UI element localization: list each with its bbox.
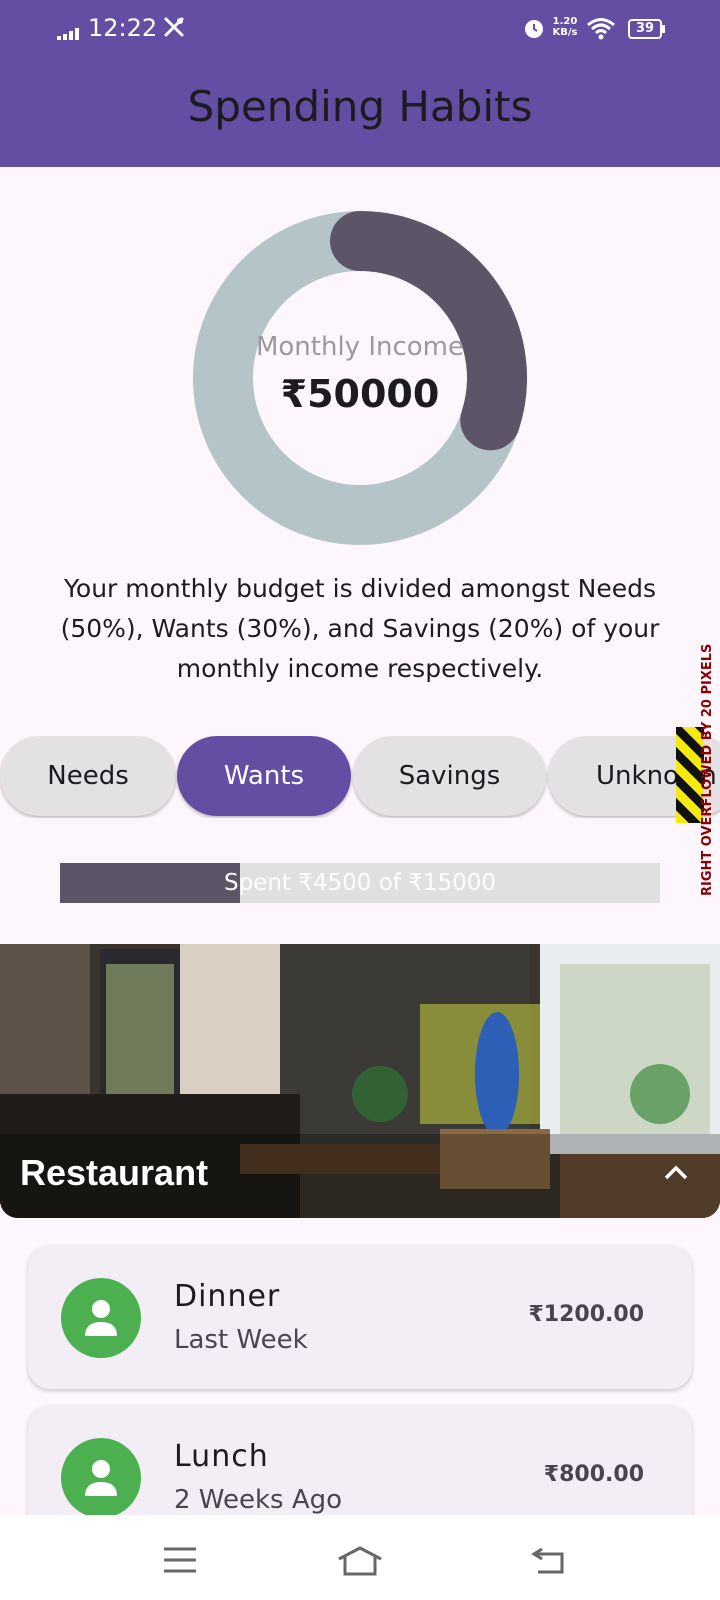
transaction-card[interactable]: Dinner Last Week ₹1200.00 [28, 1245, 692, 1389]
restaurant-section-title: Restaurant [20, 1152, 209, 1193]
budget-description: Your monthly budget is divided amongst N… [60, 574, 660, 683]
transaction-name: Dinner [174, 1279, 281, 1314]
transaction-amount: ₹1200.00 [528, 1302, 644, 1327]
network-speed: 1.20 KB/s [552, 16, 578, 38]
overflow-warning-text: RIGHT OVERFLOWED BY 20 PIXELS [700, 643, 715, 896]
tools-icon [164, 17, 184, 37]
category-tabs: Needs Wants Savings Unknown [0, 736, 720, 818]
signal-strength-icon [57, 28, 79, 40]
income-value: ₹50000 [280, 372, 440, 416]
status-time: 12:22 [88, 14, 158, 42]
income-label: Monthly Income [255, 332, 465, 362]
back-icon[interactable] [530, 1545, 566, 1575]
person-icon [85, 1460, 117, 1496]
person-avatar [61, 1438, 141, 1518]
transaction-name: Lunch [174, 1439, 269, 1474]
page-title: Spending Habits [187, 82, 533, 131]
spending-progress-text: Spent ₹4500 of ₹15000 [223, 870, 496, 896]
tab-savings[interactable]: Savings [353, 736, 546, 816]
transaction-time: 2 Weeks Ago [174, 1485, 343, 1515]
status-bar: 12:22 1.20 KB/s 39 [0, 0, 720, 58]
transaction-time: Last Week [174, 1325, 308, 1355]
wifi-icon [587, 18, 615, 40]
app-bar: 12:22 1.20 KB/s 39 Spending Habits [0, 0, 720, 167]
alarm-icon [525, 20, 543, 38]
person-icon [85, 1300, 117, 1336]
tab-wants[interactable]: Wants [177, 736, 351, 816]
person-avatar [61, 1278, 141, 1358]
system-nav-bar [0, 1515, 720, 1600]
home-icon[interactable] [336, 1545, 384, 1577]
spending-progress-bar: Spent ₹4500 of ₹15000 [60, 863, 660, 903]
menu-icon[interactable] [162, 1545, 198, 1575]
transaction-amount: ₹800.00 [543, 1462, 644, 1487]
battery-level: 39 [635, 21, 655, 36]
chevron-up-icon[interactable] [662, 1162, 690, 1182]
tab-needs[interactable]: Needs [0, 736, 176, 816]
